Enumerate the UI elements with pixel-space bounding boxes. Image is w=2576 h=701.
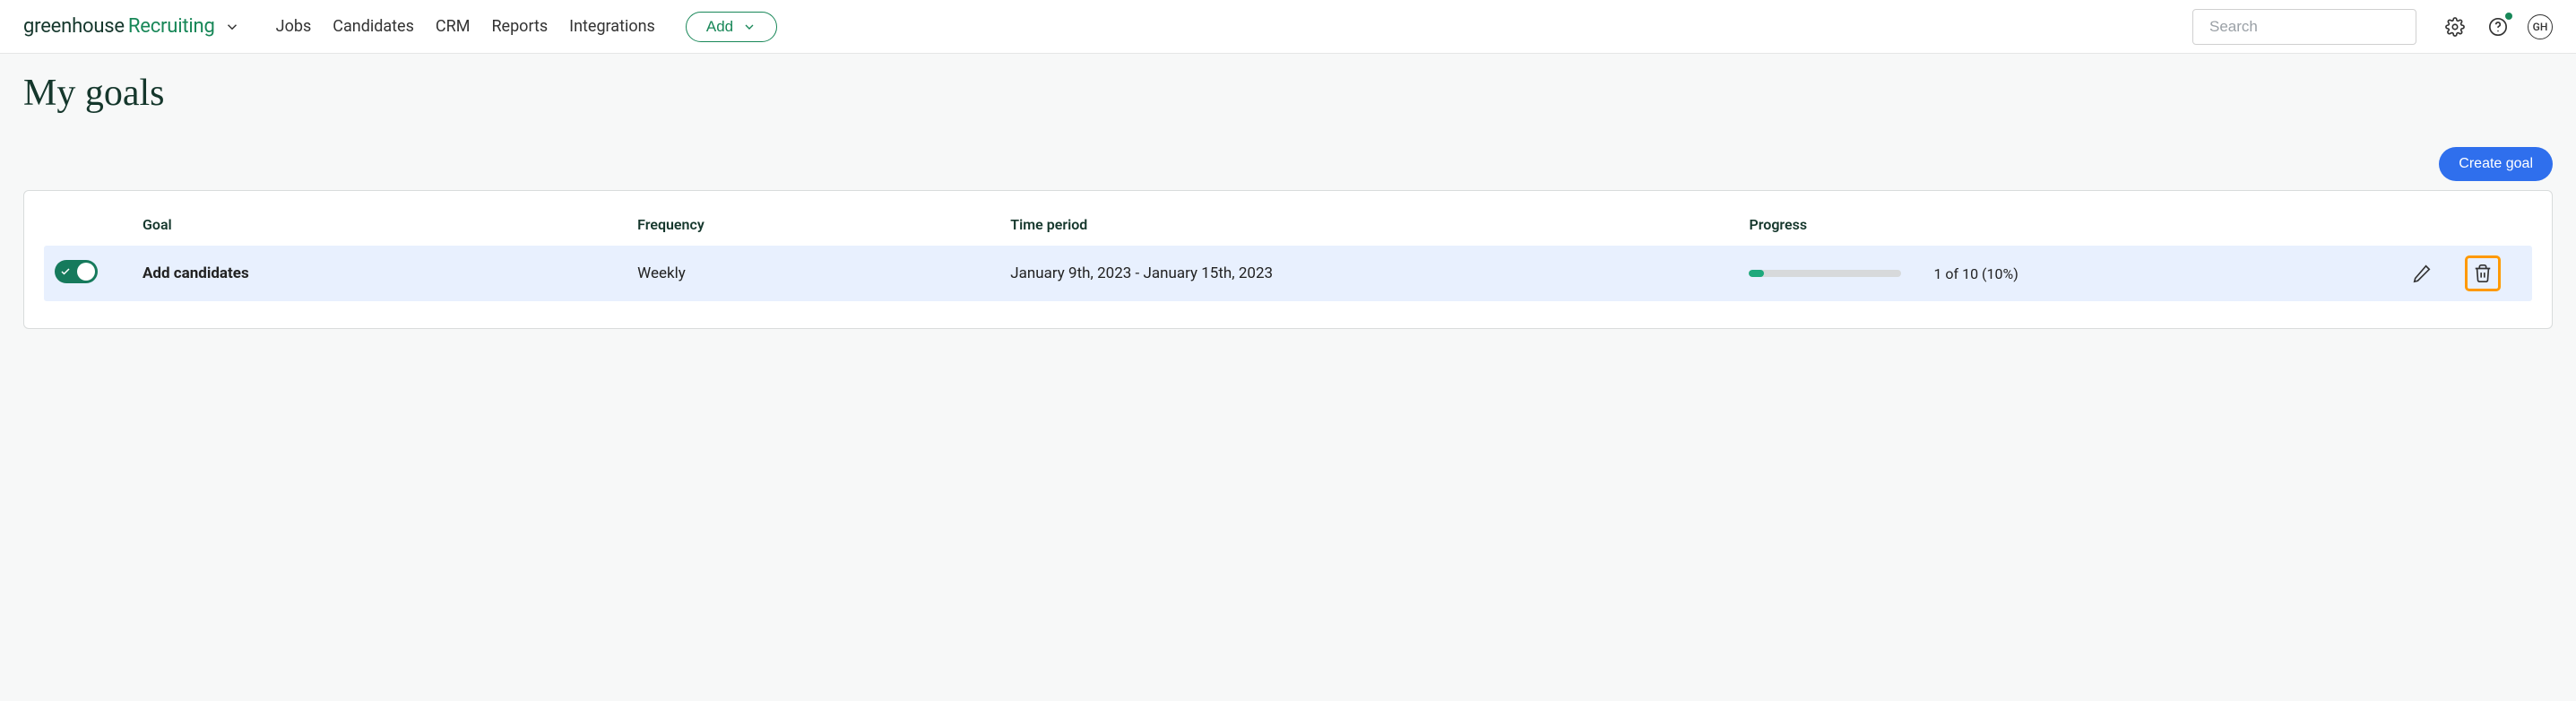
page-body: My goals Create goal Goal Frequency Time… [0,54,2576,365]
table-row: Add candidates Weekly January 9th, 2023 … [44,246,2532,301]
avatar[interactable]: GH [2528,14,2553,39]
add-button-label: Add [706,18,733,36]
delete-goal-button[interactable] [2468,258,2498,289]
help-button[interactable] [2485,13,2511,40]
brand-part1: greenhouse [23,15,125,38]
chevron-down-icon [742,20,756,34]
main-nav: Jobs Candidates CRM Reports Integrations [276,17,655,36]
check-icon [60,266,71,277]
col-time-period: Time period [1010,216,1742,233]
toggle-knob [77,263,95,281]
help-icon [2488,17,2508,37]
goal-name: Add candidates [143,264,630,282]
goal-frequency: Weekly [637,264,1003,282]
goal-time-period: January 9th, 2023 - January 15th, 2023 [1010,264,1742,282]
progress-bar [1749,270,1901,277]
search-box[interactable] [2192,9,2416,45]
add-button[interactable]: Add [686,12,777,42]
avatar-initials: GH [2533,21,2548,33]
progress-bar-fill [1749,270,1764,277]
brand-part2: Recruiting [128,15,215,38]
nav-jobs[interactable]: Jobs [276,17,312,36]
search-input[interactable] [2209,18,2407,36]
brand-logo[interactable]: greenhouse Recruiting [23,15,240,38]
create-goal-button[interactable]: Create goal [2439,147,2553,181]
edit-goal-button[interactable] [2407,258,2437,289]
pencil-icon [2412,264,2432,283]
page-title: My goals [23,72,2553,115]
col-progress: Progress [1749,216,2399,233]
goals-table: Goal Frequency Time period Progress Add … [44,207,2532,301]
nav-candidates[interactable]: Candidates [333,17,414,36]
table-header: Goal Frequency Time period Progress [44,207,2532,246]
trash-icon [2473,264,2493,283]
top-nav: greenhouse Recruiting Jobs Candidates CR… [0,0,2576,54]
notification-dot [2505,13,2512,20]
col-goal: Goal [143,216,630,233]
goal-progress: 1 of 10 (10%) [1749,265,2399,282]
col-frequency: Frequency [637,216,1003,233]
gear-icon [2445,17,2465,37]
nav-reports[interactable]: Reports [491,17,548,36]
brand-switcher-caret[interactable] [224,19,240,35]
goals-card: Goal Frequency Time period Progress Add … [23,190,2553,329]
nav-crm[interactable]: CRM [436,17,471,36]
settings-button[interactable] [2442,13,2468,40]
nav-integrations[interactable]: Integrations [569,17,655,36]
progress-text: 1 of 10 (10%) [1933,265,2018,282]
page-actions: Create goal [23,147,2553,181]
chevron-down-icon [224,19,240,35]
goal-active-toggle[interactable] [55,260,98,283]
top-right-controls: GH [2442,13,2553,40]
